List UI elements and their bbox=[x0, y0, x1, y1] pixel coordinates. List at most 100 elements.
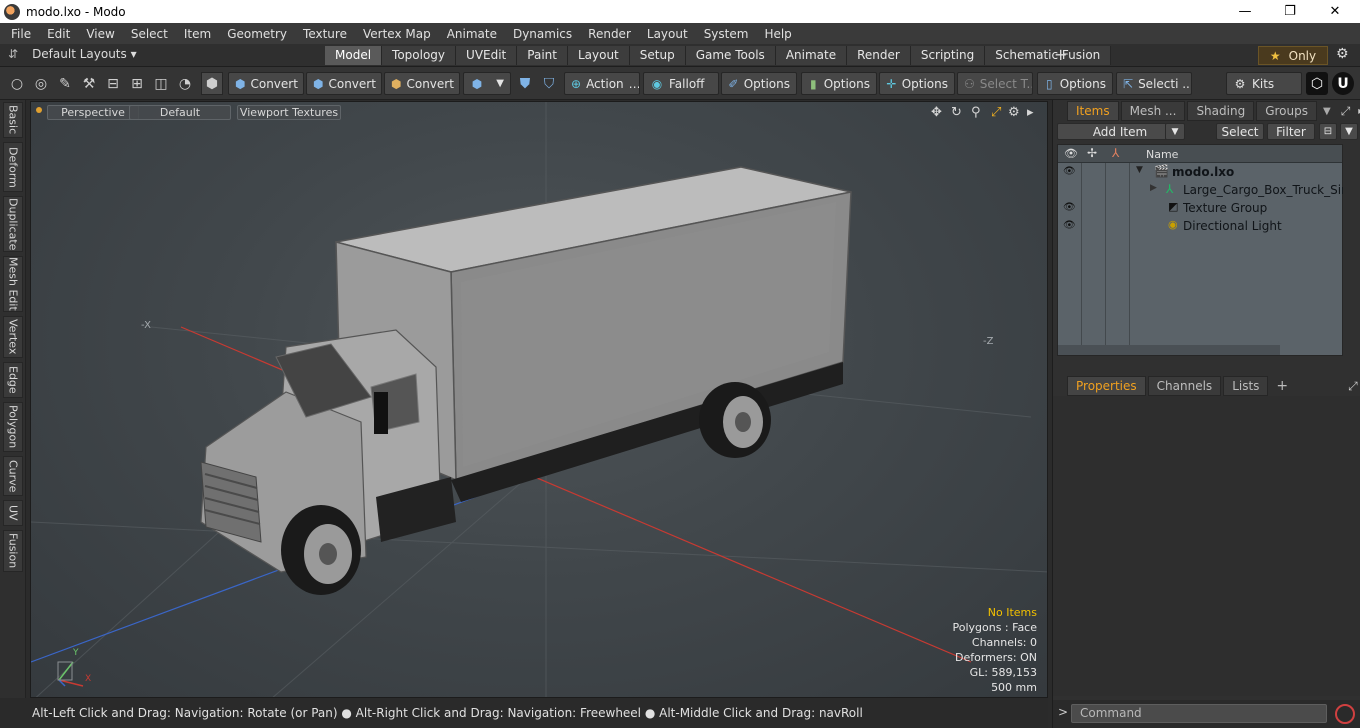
select-globe-icon[interactable]: ◎ bbox=[30, 72, 52, 95]
expand-chevron-icon[interactable]: ▶ bbox=[1150, 183, 1157, 193]
pan-icon[interactable]: ✥ bbox=[931, 105, 942, 120]
tab-scripting[interactable]: Scripting bbox=[910, 46, 986, 65]
selection-sets-button[interactable]: ⇱ Selecti ... bbox=[1116, 72, 1192, 95]
solid-mode-icon[interactable]: ⬢ bbox=[201, 72, 223, 95]
vtab-duplicate[interactable]: Duplicate bbox=[3, 196, 23, 252]
3d-viewport[interactable]: -X -Z Y X Perspective Default Viewport T… bbox=[30, 101, 1048, 698]
menu-help[interactable]: Help bbox=[756, 27, 799, 41]
vtab-curve[interactable]: Curve bbox=[3, 456, 23, 496]
shield-icon[interactable]: ⛊ bbox=[514, 72, 536, 95]
tab-model[interactable]: Model bbox=[325, 46, 383, 65]
expand-chevron-icon[interactable]: ▼ bbox=[1136, 165, 1143, 175]
tab-setup[interactable]: Setup bbox=[629, 46, 686, 65]
menu-render[interactable]: Render bbox=[580, 27, 639, 41]
tab-lists[interactable]: Lists bbox=[1223, 376, 1269, 396]
funnel-icon[interactable]: ▼ bbox=[1340, 123, 1358, 140]
symmetry-dropdown[interactable]: ⬢ ▼ bbox=[463, 72, 511, 95]
tab-paint[interactable]: Paint bbox=[517, 46, 568, 65]
menu-select[interactable]: Select bbox=[123, 27, 176, 41]
tab-render[interactable]: Render bbox=[847, 46, 911, 65]
tab-channels[interactable]: Channels bbox=[1147, 376, 1222, 396]
tab-items[interactable]: Items bbox=[1067, 101, 1119, 121]
viewport-expand-icon[interactable]: ▸ bbox=[1027, 105, 1034, 120]
unreal-icon[interactable]: U bbox=[1332, 72, 1354, 95]
viewport-menu-dot-icon[interactable] bbox=[36, 107, 42, 113]
panel-maximize-icon[interactable]: ⤢ bbox=[1348, 379, 1358, 394]
lock-header-icon[interactable]: ✢ bbox=[1087, 146, 1097, 160]
select-button[interactable]: Select bbox=[1216, 123, 1264, 140]
vtab-vertex[interactable]: Vertex bbox=[3, 316, 23, 358]
options-button-3[interactable]: ✛ Options bbox=[879, 72, 955, 95]
gear-icon[interactable]: ⚙ bbox=[1336, 46, 1349, 62]
kits-button[interactable]: ⚙ Kits bbox=[1226, 72, 1302, 95]
tab-topology[interactable]: Topology bbox=[382, 46, 457, 65]
tab-animate[interactable]: Animate bbox=[775, 46, 848, 65]
viewport-textures-dropdown[interactable]: Viewport Textures bbox=[237, 105, 341, 120]
options-button-2[interactable]: ▮ Options bbox=[801, 72, 877, 95]
menu-item[interactable]: Item bbox=[176, 27, 219, 41]
tree-row-directional-light[interactable]: 👁 ◉ Directional Light bbox=[1058, 217, 1342, 235]
tab-groups[interactable]: Groups bbox=[1256, 101, 1317, 121]
tab-game-tools[interactable]: Game Tools bbox=[685, 46, 776, 65]
tab-schematic-fusion[interactable]: Schematic Fusion bbox=[985, 46, 1112, 65]
command-input[interactable]: Command bbox=[1071, 704, 1327, 723]
vtab-mesh-edit[interactable]: Mesh Edit bbox=[3, 256, 23, 312]
vtab-fusion[interactable]: Fusion bbox=[3, 530, 23, 572]
minimize-button[interactable]: — bbox=[1222, 0, 1268, 23]
menu-system[interactable]: System bbox=[696, 27, 757, 41]
menu-layout[interactable]: Layout bbox=[639, 27, 696, 41]
select-vertices-icon[interactable]: ○ bbox=[6, 72, 28, 95]
tree-horizontal-scrollbar[interactable] bbox=[1058, 345, 1280, 355]
vtab-uv[interactable]: UV bbox=[3, 500, 23, 526]
viewport-shading-dropdown[interactable]: Default bbox=[129, 105, 231, 120]
maximize-button[interactable]: ❐ bbox=[1267, 0, 1313, 23]
menu-dynamics[interactable]: Dynamics bbox=[505, 27, 580, 41]
menu-file[interactable]: File bbox=[0, 27, 39, 41]
vtab-deform[interactable]: Deform bbox=[3, 142, 23, 192]
tab-properties[interactable]: Properties bbox=[1067, 376, 1146, 396]
falloff-button[interactable]: ◉ Falloff bbox=[643, 72, 719, 95]
options-button-4[interactable]: ▯ Options bbox=[1037, 72, 1113, 95]
convert-button-3[interactable]: ⬢ Convert bbox=[384, 72, 460, 95]
layout-switch-icon[interactable]: ⇵ bbox=[8, 47, 18, 61]
select-materials-icon[interactable]: ◔ bbox=[174, 72, 196, 95]
zoom-icon[interactable]: ⚲ bbox=[971, 105, 981, 120]
options-button-1[interactable]: ✐ Options bbox=[721, 72, 797, 95]
convert-button-1[interactable]: ⬢ Convert bbox=[228, 72, 304, 95]
select-brush-icon[interactable]: ⚒ bbox=[78, 72, 100, 95]
select-pen-icon[interactable]: ✎ bbox=[54, 72, 76, 95]
tab-uvedit[interactable]: UVEdit bbox=[456, 46, 518, 65]
rotate-icon[interactable]: ↻ bbox=[951, 105, 962, 120]
tree-row-texture-group[interactable]: 👁 ◩ Texture Group bbox=[1058, 199, 1342, 217]
viewport-perspective-dropdown[interactable]: Perspective bbox=[47, 105, 139, 120]
panel-maximize-icon[interactable]: ⤢ bbox=[1341, 104, 1351, 119]
menu-view[interactable]: View bbox=[78, 27, 122, 41]
tab-layout[interactable]: Layout bbox=[567, 46, 630, 65]
vtab-basic[interactable]: Basic bbox=[3, 102, 23, 138]
vtab-edge[interactable]: Edge bbox=[3, 362, 23, 398]
collapse-icon[interactable]: ⊟ bbox=[1319, 123, 1337, 140]
menu-geometry[interactable]: Geometry bbox=[219, 27, 295, 41]
filter-button[interactable]: Filter bbox=[1267, 123, 1315, 140]
only-button[interactable]: ★ Only bbox=[1258, 46, 1328, 65]
select-polygons-icon[interactable]: ⊞ bbox=[126, 72, 148, 95]
select-through-button[interactable]: ⚇ Select T... bbox=[957, 72, 1033, 95]
name-column-header[interactable]: Name bbox=[1146, 148, 1178, 161]
menu-vertex-map[interactable]: Vertex Map bbox=[355, 27, 439, 41]
visibility-eye-icon[interactable]: 👁 bbox=[1063, 202, 1077, 213]
tabs-overflow-chevron-icon[interactable]: ▼ bbox=[1323, 106, 1331, 117]
select-edges-icon[interactable]: ⊟ bbox=[102, 72, 124, 95]
visibility-eye-icon[interactable]: 👁 bbox=[1063, 166, 1077, 177]
select-items-icon[interactable]: ◫ bbox=[150, 72, 172, 95]
record-macro-icon[interactable] bbox=[1335, 704, 1355, 724]
visibility-eye-icon[interactable]: 👁 bbox=[1063, 220, 1077, 231]
add-tab-button[interactable]: + bbox=[1054, 45, 1067, 64]
add-panel-tab-button[interactable]: + bbox=[1276, 378, 1288, 394]
shield-star-icon[interactable]: ⛉ bbox=[538, 72, 560, 95]
tab-shading[interactable]: Shading bbox=[1187, 101, 1255, 121]
tab-mesh[interactable]: Mesh ... bbox=[1120, 101, 1186, 121]
eye-header-icon[interactable]: 👁 bbox=[1064, 147, 1078, 160]
action-center-button[interactable]: ⊕ Action … bbox=[564, 72, 640, 95]
close-button[interactable]: ✕ bbox=[1312, 0, 1358, 23]
default-layouts-dropdown[interactable]: Default Layouts ▾ bbox=[32, 47, 137, 61]
